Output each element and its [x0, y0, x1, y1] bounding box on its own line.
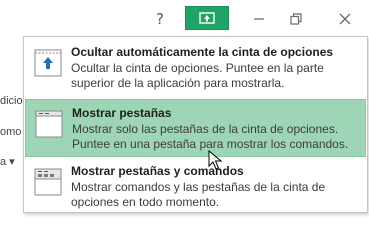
ribbon-display-options-menu: Ocultar automáticamente la cinta de opci…: [23, 36, 368, 213]
menu-item-description: Mostrar solo las pestañas de la cinta de…: [72, 122, 349, 151]
restore-icon: [290, 13, 302, 25]
minimize-button[interactable]: [248, 6, 270, 32]
background-label: a ▾: [0, 156, 15, 168]
close-button[interactable]: [334, 6, 356, 32]
auto-hide-ribbon-icon: [34, 49, 62, 77]
show-tabs-and-commands-icon: [34, 168, 62, 196]
menu-item-description: Ocultar la cinta de opciones. Puntee en …: [71, 61, 324, 90]
menu-item-show-tabs[interactable]: Mostrar pestañas Mostrar solo las pestañ…: [25, 99, 366, 157]
ribbon-display-options-button[interactable]: [185, 6, 229, 30]
title-bar: ?: [0, 0, 369, 36]
show-tabs-icon: [35, 110, 63, 138]
restore-button[interactable]: [285, 6, 307, 32]
menu-item-description: Mostrar comandos y las pestañas de la ci…: [71, 180, 326, 209]
menu-item-title: Ocultar automáticamente la cinta de opci…: [71, 45, 334, 59]
mouse-pointer-icon: [208, 150, 222, 170]
menu-item-auto-hide-ribbon[interactable]: Ocultar automáticamente la cinta de opci…: [25, 39, 366, 97]
menu-item-show-tabs-and-commands[interactable]: Mostrar pestañas y comandos Mostrar coma…: [25, 158, 366, 216]
help-button[interactable]: ?: [149, 6, 171, 32]
menu-item-title: Mostrar pestañas: [72, 106, 172, 120]
background-label: dicio: [0, 95, 23, 107]
background-label: omo: [0, 126, 22, 138]
minimize-icon: [254, 18, 264, 20]
close-icon: [339, 13, 351, 25]
ribbon-display-options-icon: [199, 12, 215, 24]
